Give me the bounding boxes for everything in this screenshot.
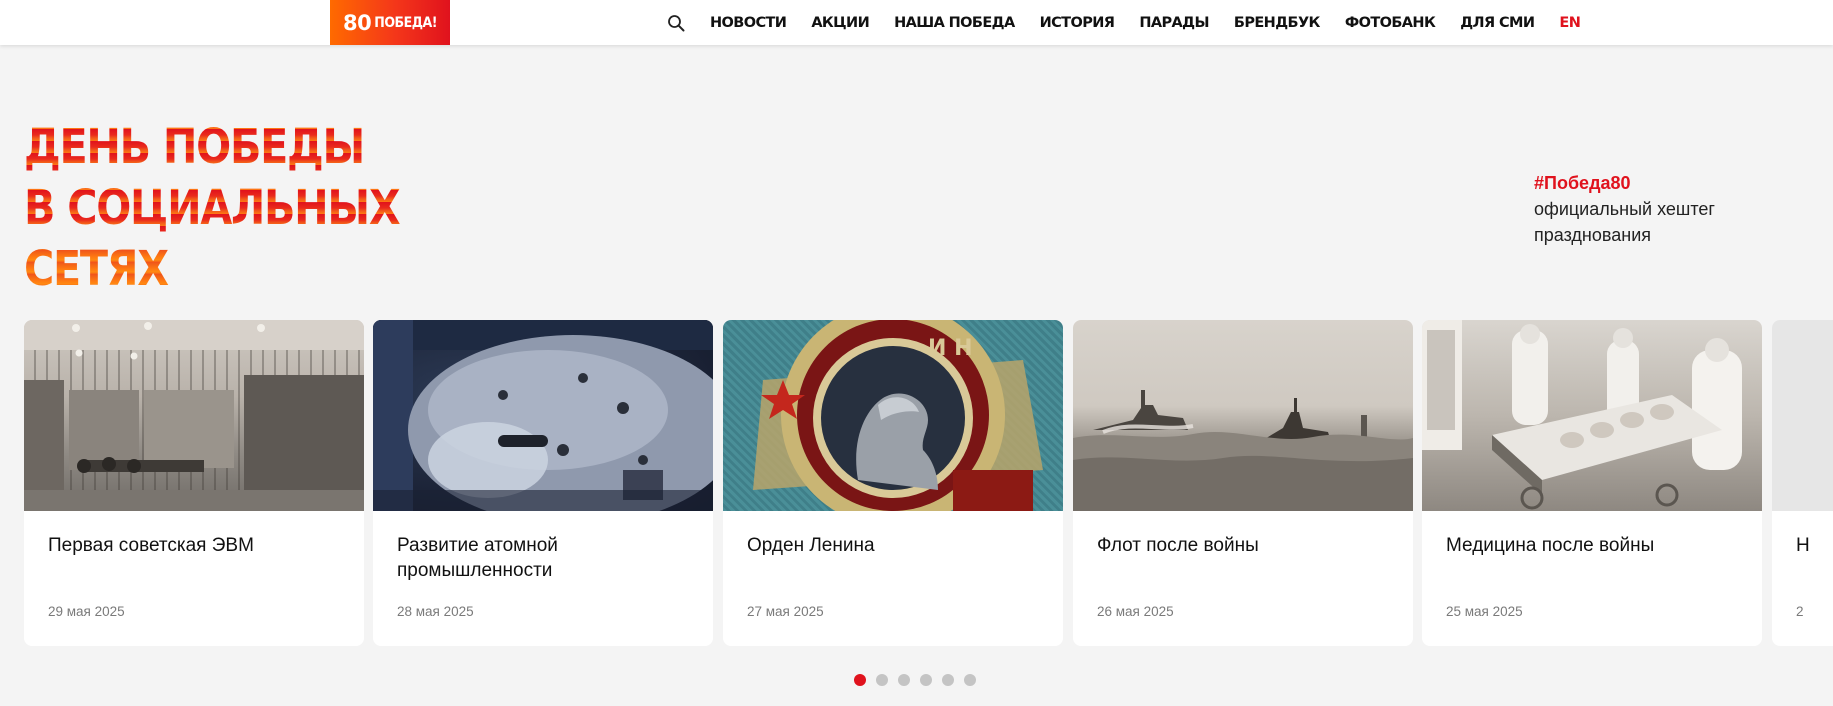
search-icon[interactable] bbox=[665, 12, 687, 34]
news-card-first-computer[interactable]: Первая советская ЭВМ 29 мая 2025 bbox=[24, 320, 364, 646]
news-card-atomic-industry[interactable]: Развитие атомной промышленности 28 мая 2… bbox=[373, 320, 713, 646]
news-card-image[interactable] bbox=[373, 320, 713, 511]
nav-item-news[interactable]: НОВОСТИ bbox=[710, 15, 787, 31]
news-card-date: 28 мая 2025 bbox=[397, 604, 474, 619]
news-card-image[interactable] bbox=[24, 320, 364, 511]
page-title-line-1: ДЕНЬ ПОБЕДЫ bbox=[24, 117, 399, 178]
page-title-line-3: СЕТЯХ bbox=[24, 239, 399, 300]
news-card-image[interactable]: И Н bbox=[723, 320, 1063, 511]
hashtag[interactable]: #Победа80 bbox=[1534, 170, 1794, 196]
pagination-dot-1[interactable] bbox=[854, 674, 866, 686]
nav-item-history[interactable]: ИСТОРИЯ bbox=[1040, 15, 1115, 31]
hashtag-description: официальный хештег празднования bbox=[1534, 199, 1715, 245]
logo[interactable]: 80 ПОБЕДА! bbox=[330, 0, 450, 45]
news-card-medicine-after-war[interactable]: Медицина после войны 25 мая 2025 bbox=[1422, 320, 1762, 646]
news-card-date: 25 мая 2025 bbox=[1446, 604, 1523, 619]
news-card-title[interactable]: Орден Ленина bbox=[747, 533, 1037, 558]
language-switch-en[interactable]: EN bbox=[1559, 15, 1580, 31]
pagination-dot-5[interactable] bbox=[942, 674, 954, 686]
news-card-order-of-lenin[interactable]: И Н Орден Ленина 27 мая 2025 bbox=[723, 320, 1063, 646]
news-card-image[interactable] bbox=[1772, 320, 1833, 511]
news-card-date: 26 мая 2025 bbox=[1097, 604, 1174, 619]
news-card-partial[interactable]: Н 2 bbox=[1772, 320, 1833, 646]
news-card-fleet-after-war[interactable]: Флот после войны 26 мая 2025 bbox=[1073, 320, 1413, 646]
news-card-title[interactable]: Первая советская ЭВМ bbox=[48, 533, 338, 558]
news-card-date: 29 мая 2025 bbox=[48, 604, 125, 619]
news-carousel[interactable]: Первая советская ЭВМ 29 мая 2025 Развити… bbox=[0, 320, 1833, 646]
news-card-title[interactable]: Флот после войны bbox=[1097, 533, 1387, 558]
pagination-dot-6[interactable] bbox=[964, 674, 976, 686]
news-card-title[interactable]: Н bbox=[1796, 533, 1833, 558]
nav-item-press[interactable]: ДЛЯ СМИ bbox=[1460, 15, 1535, 31]
news-card-image[interactable] bbox=[1073, 320, 1413, 511]
logo-number: 80 bbox=[343, 10, 372, 35]
site-header: 80 ПОБЕДА! НОВОСТИ АКЦИИ НАША ПОБЕДА ИСТ… bbox=[0, 0, 1833, 45]
svg-text:И Н: И Н bbox=[928, 336, 972, 361]
logo-word: ПОБЕДА! bbox=[374, 14, 437, 31]
news-card-date: 2 bbox=[1796, 604, 1804, 619]
page-title-line-2: В СОЦИАЛЬНЫХ bbox=[24, 178, 401, 239]
main-nav: НОВОСТИ АКЦИИ НАША ПОБЕДА ИСТОРИЯ ПАРАДЫ… bbox=[665, 0, 1581, 45]
nav-item-photobank[interactable]: ФОТОБАНК bbox=[1345, 15, 1436, 31]
page-title: ДЕНЬ ПОБЕДЫ В СОЦИАЛЬНЫХ СЕТЯХ bbox=[24, 117, 401, 300]
news-card-date: 27 мая 2025 bbox=[747, 604, 824, 619]
nav-item-actions[interactable]: АКЦИИ bbox=[811, 15, 869, 31]
news-card-image[interactable] bbox=[1422, 320, 1762, 511]
hashtag-block: #Победа80 официальный хештег праздновани… bbox=[1534, 170, 1794, 248]
nav-item-parades[interactable]: ПАРАДЫ bbox=[1139, 15, 1209, 31]
carousel-pagination bbox=[854, 674, 986, 686]
news-card-title[interactable]: Развитие атомной промышленности bbox=[397, 533, 687, 583]
nav-item-brandbook[interactable]: БРЕНДБУК bbox=[1234, 15, 1321, 31]
pagination-dot-2[interactable] bbox=[876, 674, 888, 686]
pagination-dot-4[interactable] bbox=[920, 674, 932, 686]
pagination-dot-3[interactable] bbox=[898, 674, 910, 686]
nav-item-our-victory[interactable]: НАША ПОБЕДА bbox=[894, 15, 1015, 31]
news-card-title[interactable]: Медицина после войны bbox=[1446, 533, 1736, 558]
